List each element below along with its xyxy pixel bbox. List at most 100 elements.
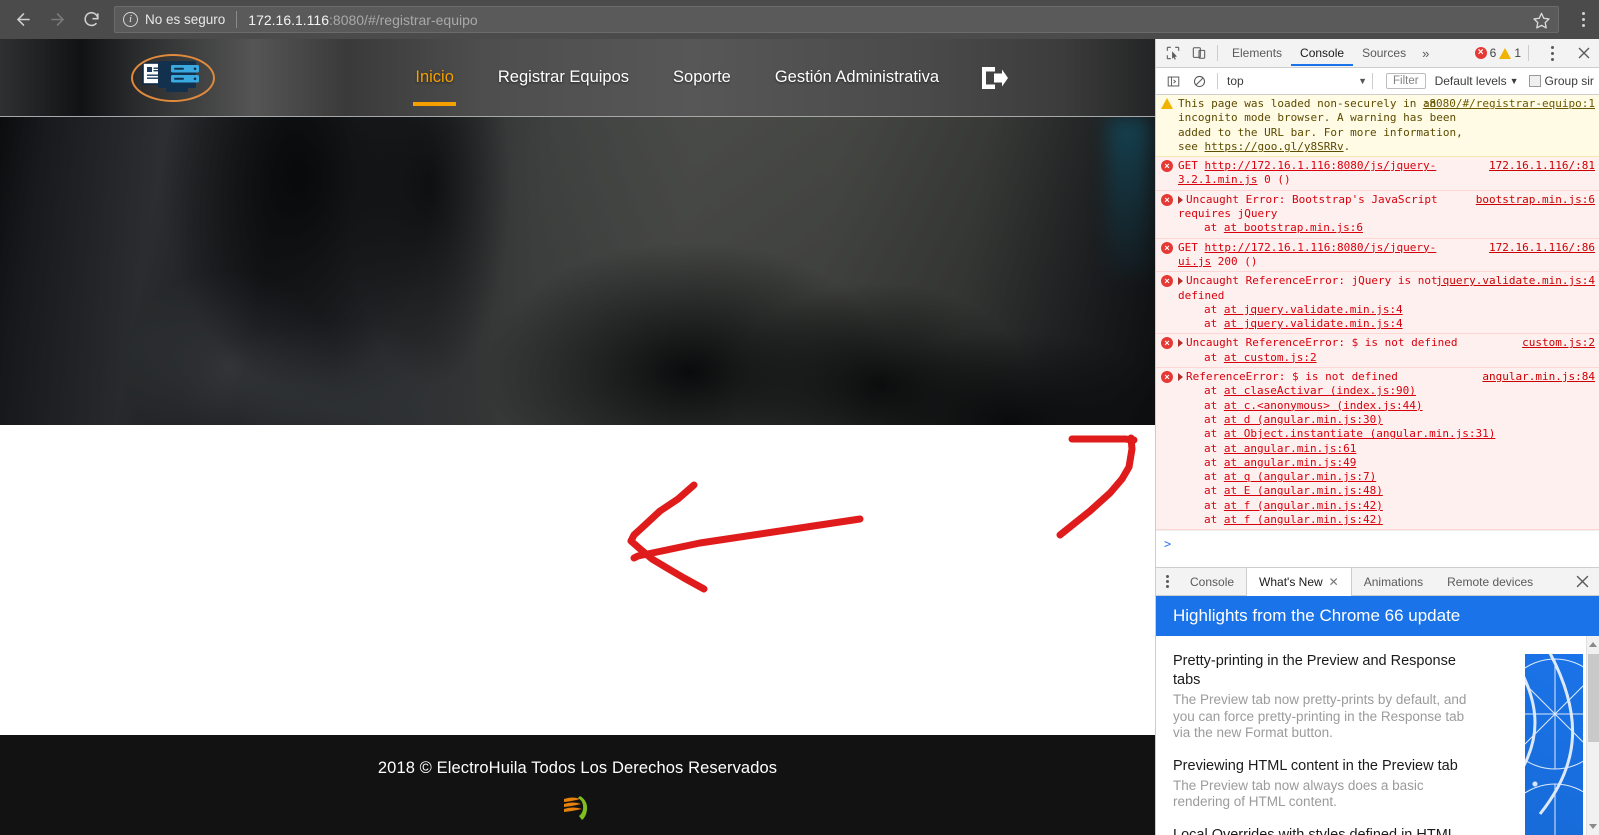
console-message[interactable]: × Uncaught ReferenceError: $ is not defi… <box>1156 334 1599 369</box>
stack-link[interactable]: at E (angular.min.js:48) <box>1224 484 1383 497</box>
stack-link[interactable]: at jquery.validate.min.js:4 <box>1224 303 1403 316</box>
expand-triangle-icon[interactable] <box>1178 277 1183 286</box>
console-prompt[interactable]: > <box>1156 530 1599 557</box>
devtools-close-button[interactable] <box>1571 40 1597 66</box>
console-message[interactable]: × GET http://172.16.1.116:8080/js/jquery… <box>1156 238 1599 273</box>
device-toolbar-button[interactable] <box>1186 40 1212 66</box>
close-icon[interactable]: ✕ <box>1329 575 1339 589</box>
stack-frame: at at bootstrap.min.js:6 <box>1204 221 1363 235</box>
drawer-tab-label: Console <box>1190 574 1235 589</box>
issue-counts[interactable]: × 6 1 <box>1474 40 1599 66</box>
drawer-tab-animations[interactable]: Animations <box>1352 568 1435 595</box>
filter-input[interactable]: Filter <box>1386 73 1426 89</box>
message-source[interactable]: :8080/#/registrar-equipo:1 <box>1423 97 1595 111</box>
console-message[interactable]: × Uncaught Error: Bootstrap's JavaScript… <box>1156 190 1599 239</box>
clear-console-icon <box>1193 75 1205 87</box>
console-message[interactable]: × Uncaught ReferenceError: jQuery is not… <box>1156 272 1599 335</box>
more-tabs-button[interactable]: » <box>1415 46 1436 61</box>
devtools-panel: Elements Console Sources » × 6 1 top ▼ F… <box>1155 39 1599 835</box>
log-level-value: Default levels <box>1434 74 1507 88</box>
scroll-down-arrow-icon[interactable] <box>1589 824 1597 829</box>
message-source[interactable]: custom.js:2 <box>1522 336 1595 350</box>
console-message[interactable]: × ReferenceError: $ is not defined at at… <box>1156 368 1599 531</box>
message-source[interactable]: jquery.validate.min.js:4 <box>1436 274 1595 288</box>
expand-triangle-icon[interactable] <box>1178 373 1183 382</box>
stack-link[interactable]: at bootstrap.min.js:6 <box>1224 221 1363 234</box>
stack-link[interactable]: at c.<anonymous> (index.js:44) <box>1224 399 1423 412</box>
stack-frame: at at angular.min.js:49 <box>1204 455 1357 469</box>
kebab-menu-icon <box>1165 575 1169 578</box>
stack-link[interactable]: at angular.min.js:61 <box>1224 442 1356 455</box>
site-footer: 2018 © ElectroHuila Todos Los Derechos R… <box>0 735 1155 835</box>
info-icon[interactable]: i <box>123 12 138 27</box>
error-count: 6 <box>1489 46 1497 60</box>
stack-link[interactable]: at f (angular.min.js:42) <box>1224 499 1383 512</box>
console-message[interactable]: × GET http://172.16.1.116:8080/js/jquery… <box>1156 157 1599 191</box>
stack-link[interactable]: at jquery.validate.min.js:4 <box>1224 317 1403 330</box>
page-content-area <box>0 425 1155 735</box>
stack-link[interactable]: at custom.js:2 <box>1224 351 1317 364</box>
stack-frame: at at jquery.validate.min.js:4 <box>1204 317 1403 331</box>
stack-link[interactable]: at angular.min.js:49 <box>1224 456 1356 469</box>
message-source[interactable]: 172.16.1.116/:81 <box>1489 159 1595 173</box>
message-link[interactable]: https://goo.gl/y8SRRv <box>1205 140 1344 153</box>
nav-item-registrar-equipos[interactable]: Registrar Equipos <box>476 62 651 93</box>
site-logo[interactable] <box>131 52 215 104</box>
inspect-element-button[interactable] <box>1160 40 1186 66</box>
star-icon[interactable] <box>1532 11 1551 30</box>
message-badge: × <box>1156 193 1178 236</box>
message-source[interactable]: bootstrap.min.js:6 <box>1476 193 1595 207</box>
logout-button[interactable] <box>979 64 1009 92</box>
scroll-up-arrow-icon[interactable] <box>1589 642 1597 647</box>
expand-triangle-icon[interactable] <box>1178 195 1183 204</box>
tab-sources[interactable]: Sources <box>1353 40 1415 66</box>
devtools-settings-button[interactable] <box>1536 43 1568 63</box>
tab-elements[interactable]: Elements <box>1223 40 1291 66</box>
console-sidebar-button[interactable] <box>1160 68 1186 94</box>
log-level-select[interactable]: Default levels ▼ <box>1435 74 1519 88</box>
nav-item-gestion-administrativa[interactable]: Gestión Administrativa <box>753 62 961 93</box>
stack-link[interactable]: at d (angular.min.js:30) <box>1224 413 1383 426</box>
devtools-toolbar: Elements Console Sources » × 6 1 <box>1156 39 1599 68</box>
message-prefix: GET <box>1178 159 1205 173</box>
scrollbar-thumb[interactable] <box>1588 654 1599 742</box>
drawer-tab-whats-new[interactable]: What's New ✕ <box>1246 568 1352 596</box>
page-viewport: Inicio Registrar Equipos Soporte Gestión… <box>0 39 1155 835</box>
whats-new-scrollbar[interactable] <box>1586 636 1599 835</box>
back-button[interactable] <box>6 0 40 39</box>
message-source[interactable]: 172.16.1.116/:86 <box>1489 241 1595 255</box>
tab-console[interactable]: Console <box>1291 40 1353 66</box>
message-badge: × <box>1156 241 1178 270</box>
error-icon: × <box>1161 275 1173 288</box>
toolbar-divider <box>1217 45 1218 61</box>
message-source[interactable]: angular.min.js:84 <box>1482 370 1595 384</box>
browser-menu-button[interactable] <box>1567 0 1599 39</box>
expand-triangle-icon[interactable] <box>1178 339 1183 348</box>
stack-link[interactable]: at q (angular.min.js:7) <box>1224 470 1376 483</box>
drawer-tab-remote-devices[interactable]: Remote devices <box>1435 568 1545 595</box>
warning-icon <box>1499 47 1512 59</box>
logout-icon <box>982 66 1008 89</box>
stack-link[interactable]: at f (angular.min.js:42) <box>1224 513 1383 526</box>
message-badge: × <box>1156 370 1178 527</box>
forward-button[interactable] <box>40 0 74 39</box>
group-similar-checkbox[interactable] <box>1528 75 1541 87</box>
message-badge: × <box>1156 274 1178 331</box>
drawer-close-button[interactable] <box>1566 568 1599 595</box>
clear-console-button[interactable] <box>1186 68 1212 94</box>
message-link[interactable]: http://172.16.1.116:8080/js/jquery-3.2.1… <box>1178 159 1436 186</box>
drawer-menu-button[interactable] <box>1156 568 1178 595</box>
address-bar[interactable]: i No es seguro 172.16.1.116:8080/#/regis… <box>114 6 1559 33</box>
execution-context-select[interactable]: top ▼ <box>1227 74 1367 88</box>
stack-link[interactable]: at Object.instantiate (angular.min.js:31… <box>1224 427 1496 440</box>
red-arrow-up-right <box>1056 434 1138 539</box>
whats-new-list[interactable]: Pretty-printing in the Preview and Respo… <box>1156 636 1599 835</box>
whats-new-artwork <box>1525 654 1583 835</box>
reload-button[interactable] <box>74 0 108 39</box>
console-message[interactable]: This page was loaded non-securely in an … <box>1156 95 1599 158</box>
stack-link[interactable]: at claseActivar (index.js:90) <box>1224 384 1416 397</box>
drawer-tab-console[interactable]: Console <box>1178 568 1246 595</box>
nav-item-inicio[interactable]: Inicio <box>393 62 476 106</box>
nav-item-soporte[interactable]: Soporte <box>651 62 753 93</box>
console-message-list[interactable]: This page was loaded non-securely in an … <box>1156 95 1599 562</box>
